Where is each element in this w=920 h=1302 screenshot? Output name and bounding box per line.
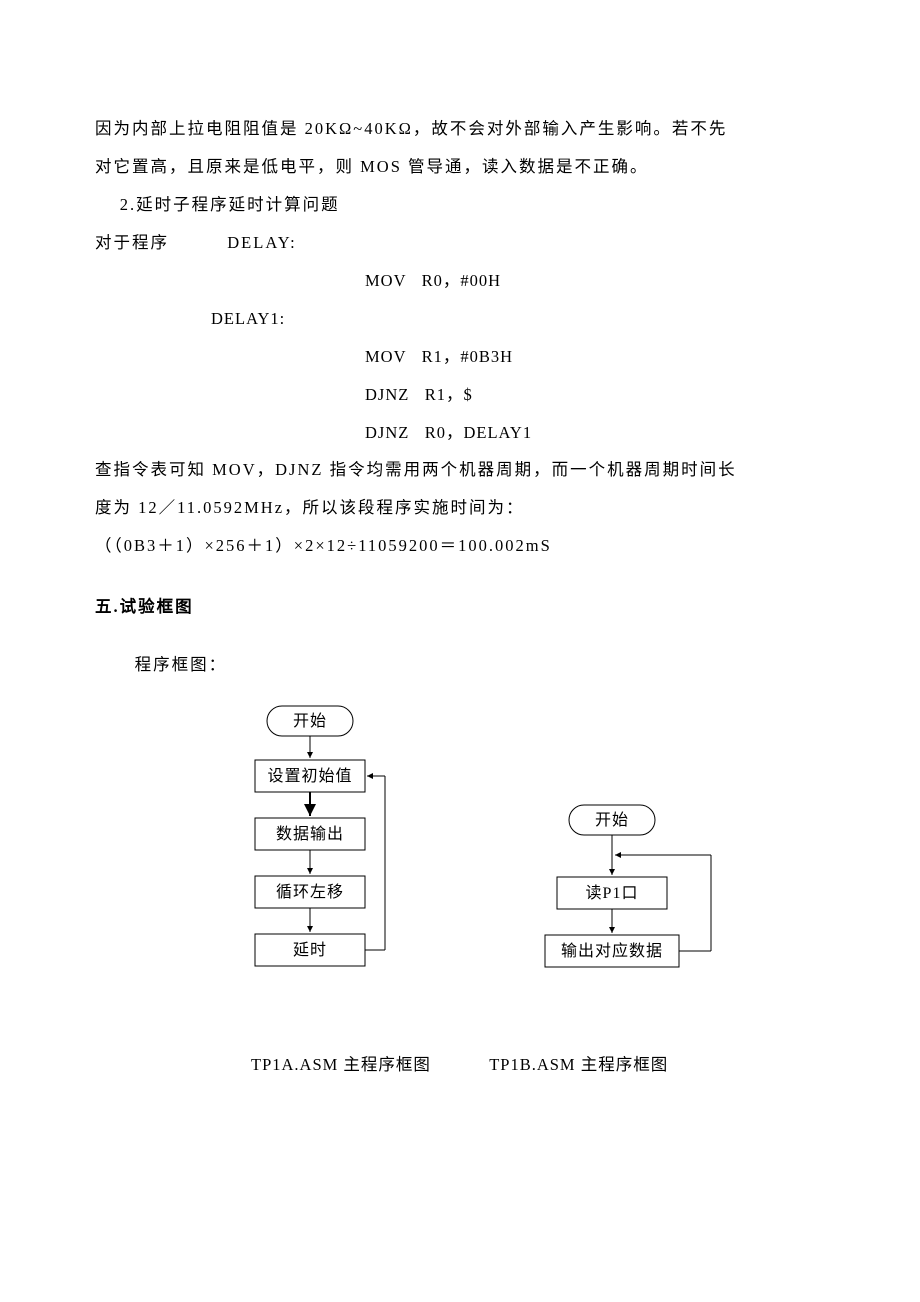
body-text: 查指令表可知 MOV，DJNZ 指令均需用两个机器周期，而一个机器周期时间长 (95, 451, 825, 489)
code-label: DELAY: (227, 233, 296, 252)
text-fragment: 对于程序 (95, 233, 169, 252)
flow-node: 输出对应数据 (561, 941, 663, 960)
flowchart-figure: 开始 设置初始值 数据输出 循环左移 延时 (95, 704, 825, 1014)
figure-captions: TP1A.ASM 主程序框图 TP1B.ASM 主程序框图 (95, 1046, 825, 1084)
code-label: DELAY1: (95, 300, 825, 338)
body-text: 对于程序 DELAY: (95, 224, 825, 262)
code-line: DJNZ R0，DELAY1 (95, 414, 825, 452)
body-text: 2.延时子程序延时计算问题 (95, 186, 825, 224)
code-line: DJNZ R1，$ (95, 376, 825, 414)
flow-node: 读P1口 (586, 884, 639, 902)
flow-node: 设置初始值 (267, 767, 352, 785)
flowchart-tp1a: 开始 设置初始值 数据输出 循环左移 延时 (235, 704, 445, 1004)
body-text: 程序框图： (95, 646, 825, 684)
code-line: MOV R0，#00H (95, 262, 825, 300)
section-heading: 五.试验框图 (95, 588, 825, 626)
caption-right: TP1B.ASM 主程序框图 (489, 1055, 668, 1074)
caption-left: TP1A.ASM 主程序框图 (251, 1055, 431, 1074)
body-text: （（0B3＋1）×256＋1）×2×12÷11059200＝100.002mS (95, 527, 825, 565)
flowchart-tp1b: 开始 读P1口 输出对应数据 (525, 803, 765, 1008)
flow-node-start: 开始 (595, 811, 629, 829)
flow-node-start: 开始 (293, 712, 327, 730)
code-line: MOV R1，#0B3H (95, 338, 825, 376)
body-text: 对它置高，且原来是低电平，则 MOS 管导通，读入数据是不正确。 (95, 148, 825, 186)
body-text: 度为 12／11.0592MHz，所以该段程序实施时间为： (95, 489, 825, 527)
body-text: 因为内部上拉电阻阻值是 20KΩ~40KΩ，故不会对外部输入产生影响。若不先 (95, 110, 825, 148)
flow-node: 循环左移 (276, 883, 344, 901)
flow-node: 数据输出 (276, 825, 344, 843)
flow-node: 延时 (293, 941, 327, 959)
document-page: 因为内部上拉电阻阻值是 20KΩ~40KΩ，故不会对外部输入产生影响。若不先 对… (0, 0, 920, 1144)
